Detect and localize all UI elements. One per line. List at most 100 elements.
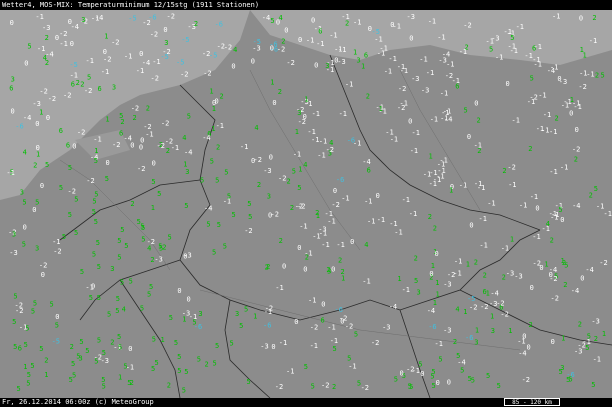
station-value: 3 bbox=[417, 289, 421, 297]
station-value: 1 bbox=[508, 327, 512, 335]
station-value: 6 bbox=[318, 28, 322, 36]
station-value: 4 bbox=[303, 161, 307, 169]
station-value: 5 bbox=[17, 385, 21, 393]
station-value: 2 bbox=[278, 88, 282, 96]
station-value: -1 bbox=[549, 128, 557, 136]
station-value: 5 bbox=[223, 243, 227, 251]
station-value: 5 bbox=[116, 295, 120, 303]
station-value: -1 bbox=[362, 278, 370, 286]
station-value: 1 bbox=[475, 326, 479, 334]
station-value: 0 bbox=[350, 238, 354, 246]
station-value: 5 bbox=[74, 229, 78, 237]
station-value: 0 bbox=[128, 345, 132, 353]
station-value: 1 bbox=[118, 373, 122, 381]
station-value: 5 bbox=[45, 161, 49, 169]
station-value: -1 bbox=[550, 213, 558, 221]
station-value: -1 bbox=[543, 111, 551, 119]
station-value: -2 bbox=[203, 70, 211, 78]
station-value: 1 bbox=[435, 279, 439, 287]
weather-map[interactable]: -1 5 -1 2 -1 -1 5 -2 0 0 -2 2 -1 -2 -1 -2 2 5 -1 5 -6 1 -1 2 3 0-… bbox=[0, 10, 612, 398]
station-value: -1 bbox=[519, 201, 527, 209]
station-value: 0 bbox=[297, 244, 301, 252]
station-value: 5 bbox=[215, 176, 219, 184]
station-value: 0 bbox=[41, 271, 45, 279]
station-value: -2 bbox=[361, 384, 369, 392]
station-value: 5 bbox=[184, 368, 188, 376]
station-value: 6 bbox=[455, 82, 459, 90]
station-value: 3 bbox=[327, 267, 331, 275]
station-value: 3 bbox=[235, 310, 239, 318]
station-value: 1 bbox=[463, 308, 467, 316]
station-value: 0 bbox=[106, 159, 110, 167]
station-value: 5 bbox=[97, 263, 101, 271]
station-value: 0 bbox=[46, 114, 50, 122]
station-value: 5 bbox=[297, 184, 301, 192]
station-value: 0 bbox=[390, 21, 394, 29]
station-value: 2 bbox=[592, 14, 596, 22]
station-value: -1 bbox=[437, 33, 445, 41]
station-value: -1 bbox=[376, 104, 384, 112]
station-value: 2 bbox=[44, 356, 48, 364]
station-value: -2 bbox=[265, 305, 273, 313]
station-value: -1 bbox=[573, 103, 581, 111]
station-value: -1 bbox=[310, 342, 318, 350]
station-value: 1 bbox=[161, 336, 165, 344]
station-value: -1 bbox=[306, 36, 314, 44]
station-value: -1 bbox=[126, 363, 134, 371]
station-value: -1 bbox=[345, 81, 353, 89]
station-value: 1 bbox=[602, 330, 606, 338]
station-value: 0 bbox=[55, 313, 59, 321]
station-value: -2 bbox=[572, 146, 580, 154]
station-value: 5 bbox=[94, 157, 98, 165]
station-value: 4 bbox=[182, 134, 186, 142]
station-value: 0 bbox=[294, 318, 298, 326]
station-value: -6 bbox=[263, 321, 271, 329]
station-value: -6 bbox=[335, 306, 343, 314]
station-value: -1 bbox=[446, 60, 454, 68]
station-value: 5 bbox=[24, 341, 28, 349]
station-value: 5 bbox=[157, 190, 161, 198]
station-value: 5 bbox=[120, 226, 124, 234]
station-value: 0 bbox=[447, 378, 451, 386]
station-value: -6 bbox=[215, 21, 223, 29]
station-value: 5 bbox=[55, 322, 59, 330]
station-value: -5 bbox=[253, 38, 261, 46]
station-value: 0 bbox=[436, 379, 440, 387]
station-value: -1 bbox=[52, 238, 60, 246]
station-value: 5 bbox=[39, 345, 43, 353]
station-value: 2 bbox=[341, 268, 345, 276]
station-value: 5 bbox=[601, 72, 605, 80]
station-value: 0 bbox=[469, 222, 473, 230]
station-value: 5 bbox=[26, 380, 30, 388]
station-value: 2 bbox=[287, 177, 291, 185]
station-value: -2 bbox=[397, 104, 405, 112]
station-value: 5 bbox=[215, 342, 219, 350]
station-value: 2 bbox=[70, 343, 74, 351]
station-value: 3 bbox=[474, 339, 478, 347]
station-value: -3 bbox=[411, 75, 419, 83]
station-value: 6 bbox=[321, 316, 325, 324]
station-value: -1 bbox=[402, 196, 410, 204]
station-value: -6 bbox=[428, 323, 436, 331]
station-value: 3 bbox=[110, 265, 114, 273]
station-value: 1 bbox=[561, 335, 565, 343]
station-value: 1 bbox=[433, 299, 437, 307]
station-value: 4 bbox=[147, 245, 151, 253]
station-value: -2 bbox=[500, 311, 508, 319]
station-value: -1 bbox=[538, 92, 546, 100]
station-value: -4 bbox=[262, 14, 270, 22]
station-value: -2 bbox=[326, 146, 334, 154]
station-value: 1 bbox=[298, 166, 302, 174]
station-value: 0 bbox=[467, 133, 471, 141]
station-value: -2 bbox=[167, 13, 175, 21]
station-value: -3 bbox=[514, 273, 522, 281]
station-value: 5 bbox=[27, 43, 31, 51]
station-value: -3 bbox=[506, 270, 514, 278]
station-value: 5 bbox=[97, 294, 101, 302]
station-value: -2 bbox=[277, 45, 285, 53]
station-value: 0 bbox=[139, 50, 143, 58]
station-value: 1 bbox=[39, 108, 43, 116]
station-value: 5 bbox=[147, 291, 151, 299]
station-value: -4 bbox=[23, 114, 31, 122]
station-value: 0 bbox=[530, 284, 534, 292]
